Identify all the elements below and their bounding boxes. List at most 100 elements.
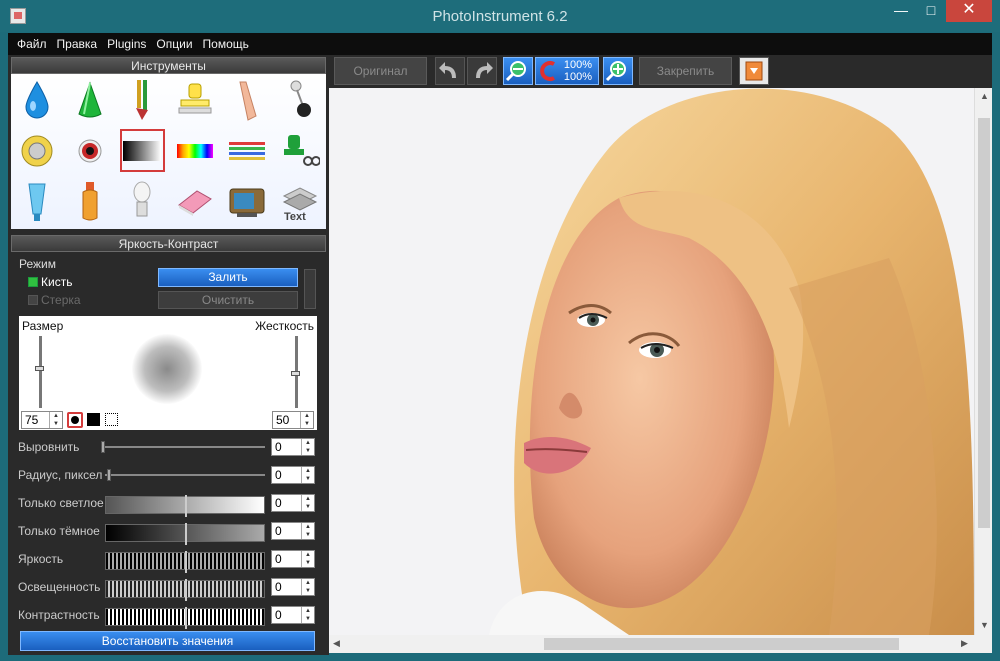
redo-icon[interactable]: [467, 57, 497, 85]
close-icon[interactable]: ✕: [946, 0, 992, 22]
checkbox-box: [28, 277, 38, 287]
water-drop-icon[interactable]: [11, 74, 64, 125]
row-value: 0: [275, 524, 282, 538]
menu-bar: Файл Правка Plugins Опции Помощь: [8, 33, 992, 55]
brush-checkbox[interactable]: Кисть: [28, 275, 72, 289]
menu-plugins[interactable]: Plugins: [102, 33, 151, 55]
zoom-magnet-icon: [540, 61, 555, 81]
row-spinner[interactable]: 0 ▲ ▼: [271, 466, 315, 484]
row-label: Радиус, пиксел: [18, 468, 103, 482]
menu-file[interactable]: Файл: [8, 33, 52, 55]
fill-button[interactable]: Залить: [158, 268, 298, 287]
row-slider[interactable]: [105, 495, 265, 517]
row-value: 0: [275, 468, 282, 482]
bottle-icon[interactable]: [64, 176, 117, 227]
row-slider[interactable]: [105, 579, 265, 601]
clear-button[interactable]: Очистить: [158, 291, 298, 309]
row-spinner[interactable]: 0 ▲ ▼: [271, 550, 315, 568]
row-spinner[interactable]: 0 ▲ ▼: [271, 438, 315, 456]
lightbulb-icon[interactable]: [116, 176, 169, 227]
color-lines-icon[interactable]: [221, 125, 274, 176]
spinner-arrows[interactable]: ▲ ▼: [301, 607, 314, 623]
row-spinner[interactable]: 0 ▲ ▼: [271, 578, 315, 596]
pin-button[interactable]: Закрепить: [639, 57, 732, 85]
spinner-arrows[interactable]: ▲ ▼: [300, 412, 313, 428]
square-brush-icon[interactable]: [87, 413, 100, 426]
horizontal-scrollbar[interactable]: ◀ ▶: [329, 635, 974, 653]
menu-help[interactable]: Помощь: [198, 33, 254, 55]
spinner-arrows[interactable]: ▲ ▼: [301, 467, 314, 483]
scroll-left-icon[interactable]: ◀: [333, 638, 340, 649]
zoom-100-button[interactable]: 100% 100%: [535, 57, 599, 85]
spinner-arrows[interactable]: ▲ ▼: [49, 412, 62, 428]
restore-values-button[interactable]: Восстановить значения: [20, 631, 315, 651]
tv-icon[interactable]: [221, 176, 274, 227]
slider-marker[interactable]: [185, 551, 187, 573]
adjust-row: Освещенность 0 ▲ ▼: [8, 575, 329, 601]
vertical-scroll-thumb[interactable]: [978, 118, 990, 528]
finger-icon[interactable]: [221, 74, 274, 125]
menu-edit[interactable]: Правка: [52, 33, 103, 55]
adjust-row: Контрастность 0 ▲ ▼: [8, 603, 329, 629]
size-slider-knob[interactable]: [35, 366, 44, 371]
eraser-icon[interactable]: [169, 176, 222, 227]
row-spinner[interactable]: 0 ▲ ▼: [271, 522, 315, 540]
row-slider-knob[interactable]: [101, 441, 105, 453]
size-value: 75: [25, 413, 39, 427]
minimize-icon[interactable]: —: [886, 0, 916, 22]
size-slider-track[interactable]: [39, 336, 42, 408]
horizontal-scroll-thumb[interactable]: [544, 638, 899, 650]
hardness-spinner[interactable]: 50 ▲ ▼: [272, 411, 314, 429]
row-slider[interactable]: [105, 607, 265, 629]
row-slider-knob[interactable]: [107, 469, 111, 481]
slider-marker[interactable]: [185, 523, 187, 545]
rainbow-icon[interactable]: [169, 125, 222, 176]
menu-options[interactable]: Опции: [151, 33, 197, 55]
spinner-arrows[interactable]: ▲ ▼: [301, 439, 314, 455]
spinner-arrows[interactable]: ▲ ▼: [301, 579, 314, 595]
eye-icon[interactable]: [64, 125, 117, 176]
vertical-scrollbar[interactable]: ▲ ▼: [974, 88, 992, 635]
row-slider-track[interactable]: [105, 474, 265, 476]
scroll-right-icon[interactable]: ▶: [961, 638, 968, 649]
mini-scrollbar[interactable]: [304, 269, 316, 309]
brush-icon[interactable]: [116, 74, 169, 125]
sunflower-icon[interactable]: [11, 125, 64, 176]
slider-marker[interactable]: [185, 579, 187, 601]
original-button[interactable]: Оригинал: [334, 57, 427, 85]
spinner-arrows[interactable]: ▲ ▼: [301, 523, 314, 539]
zoom-in-icon[interactable]: [603, 57, 633, 85]
slider-marker[interactable]: [185, 495, 187, 517]
slider-marker[interactable]: [185, 607, 187, 629]
selection-brush-icon[interactable]: [105, 413, 118, 426]
row-slider-track[interactable]: [105, 446, 265, 448]
adjust-row: Яркость 0 ▲ ▼: [8, 547, 329, 573]
eraser-checkbox[interactable]: Стерка: [28, 293, 81, 307]
row-spinner[interactable]: 0 ▲ ▼: [271, 606, 315, 624]
spinner-arrows[interactable]: ▲ ▼: [301, 551, 314, 567]
cone-icon[interactable]: [64, 74, 117, 125]
text-layers-icon[interactable]: Text: [274, 176, 327, 227]
title-bar: PhotoInstrument 6.2 — □ ✕: [0, 0, 1000, 32]
tube-icon[interactable]: [11, 176, 64, 227]
undo-icon[interactable]: [435, 57, 465, 85]
stamp-icon[interactable]: [169, 74, 222, 125]
zoom-out-icon[interactable]: [503, 57, 533, 85]
size-spinner[interactable]: 75 ▲ ▼: [21, 411, 63, 429]
row-label: Выровнить: [18, 440, 80, 454]
clone-scissors-icon[interactable]: [274, 125, 327, 176]
image-canvas[interactable]: [329, 88, 974, 635]
row-slider[interactable]: [105, 523, 265, 545]
pin-icon[interactable]: [274, 74, 327, 125]
spinner-arrows[interactable]: ▲ ▼: [301, 495, 314, 511]
gradient-icon[interactable]: [116, 125, 169, 176]
scroll-up-icon[interactable]: ▲: [980, 91, 989, 101]
hardness-slider-knob[interactable]: [291, 371, 300, 376]
export-icon[interactable]: [739, 57, 769, 85]
row-spinner[interactable]: 0 ▲ ▼: [271, 494, 315, 512]
scroll-down-icon[interactable]: ▼: [980, 620, 989, 630]
maximize-icon[interactable]: □: [916, 0, 946, 22]
row-slider[interactable]: [105, 551, 265, 573]
round-brush-icon[interactable]: [67, 412, 83, 428]
row-value: 0: [275, 440, 282, 454]
